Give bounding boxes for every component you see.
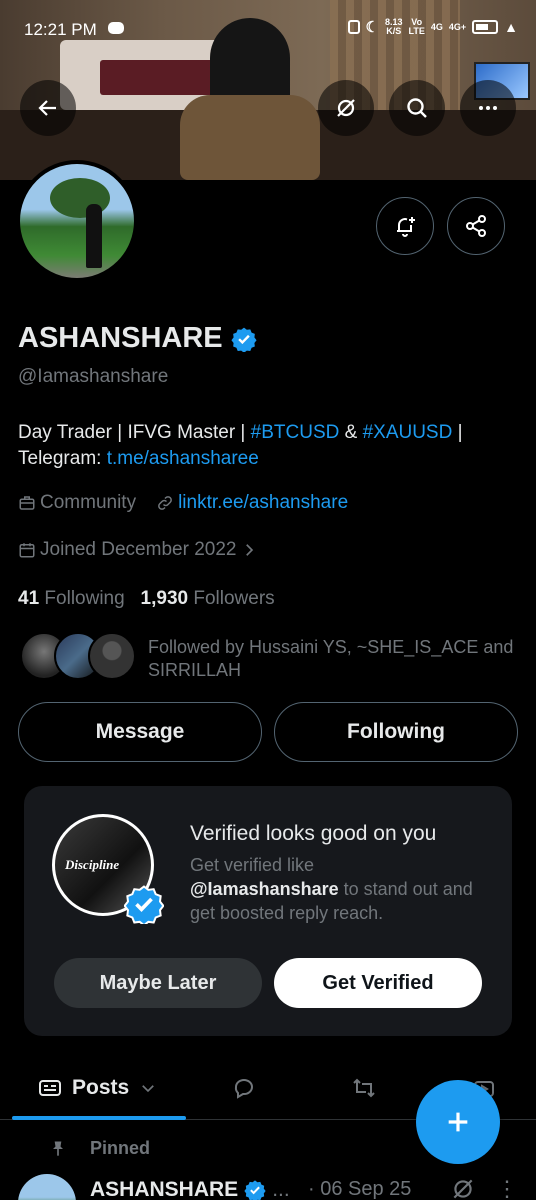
status-icons: ☾ 8.13 K/S Vo LTE 4G 4G+ ▲ [347,18,518,36]
tab-active-indicator [12,1116,186,1120]
bio-amp: & [339,422,363,443]
post-avatar[interactable] [18,1174,76,1200]
followers-label: Followers [193,588,275,609]
following-label: Following [44,588,125,609]
followed-by-text[interactable]: Followed by Hussaini YS, ~SHE_IS_ACE and… [148,636,518,682]
post-author-row: ASHANSHARE ... [90,1178,290,1200]
card-text: Get verified like @Iamashanshare to stan… [190,853,490,925]
grok-icon[interactable] [450,1176,476,1200]
grok-button[interactable] [318,80,374,136]
following-link[interactable]: 41 Following [18,588,125,609]
net-speed: 8.13 K/S [385,18,403,36]
get-verified-button[interactable]: Get Verified [274,958,482,1008]
category-label: Community [40,492,137,513]
status-bar: 12:21 PM ☾ 8.13 K/S Vo LTE 4G 4G+ ▲ [0,0,536,60]
tab-replies[interactable] [232,1056,256,1120]
banner-chair [180,95,320,180]
verified-badge-icon[interactable] [231,326,257,352]
following-button[interactable]: Following [274,702,518,762]
follow-counts: 41 Following 1,930 Followers [18,588,275,610]
more-icon [479,106,497,110]
verified-badge-icon [244,1180,266,1200]
followers-link[interactable]: 1,930 Followers [141,588,275,609]
hashtag-btcusd[interactable]: #BTCUSD [251,422,340,443]
moon-icon: ☾ [365,19,379,36]
verification-upsell-card: Discipline Verified looks good on you Ge… [24,786,512,1036]
profile-avatar[interactable] [16,160,138,282]
avatar-person [86,204,102,268]
chevron-down-icon [142,1085,155,1093]
post-date: · 06 Sep 25 [308,1178,412,1200]
post-more-button[interactable]: ⋮ [496,1176,518,1200]
card-avatar-text: Discipline [65,857,120,872]
website-link[interactable]: linktr.ee/ashanshare [178,492,348,514]
link-icon [158,496,172,510]
post-author-name: ASHANSHARE [90,1178,239,1200]
grok-icon [337,99,355,117]
card-text-handle: @Iamashanshare [190,879,339,899]
signal-1-label: 4G [430,22,443,32]
back-button[interactable] [20,80,76,136]
followed-by-avatars[interactable] [20,632,140,682]
volte-indicator: Vo LTE [409,18,425,36]
more-button[interactable] [460,80,516,136]
joined-label: Joined December 2022 [40,539,237,560]
bio-pipe: | [452,422,463,443]
pinned-label: Pinned [90,1138,151,1158]
profile-name-row: ASHANSHARE [18,322,257,355]
bell-plus-icon [397,217,415,237]
tab-posts[interactable]: Posts [38,1056,157,1120]
signal-2-label: 4G+ [448,22,467,32]
maybe-later-button[interactable]: Maybe Later [54,958,262,1008]
message-button[interactable]: Message [18,702,262,762]
profile-meta: Community linktr.ee/ashanshare [18,492,348,514]
tab-posts-label: Posts [72,1076,130,1099]
alert-icon: ▲ [504,19,518,35]
pin-icon [53,1141,63,1156]
compose-post-button[interactable] [416,1080,500,1164]
discord-icon [108,22,124,34]
verified-badge-icon [124,885,164,924]
chevron-right-icon [246,544,254,556]
follower-avatar [88,632,136,680]
plus-icon [448,1112,468,1132]
reply-icon [234,1079,253,1099]
back-arrow-icon [38,100,56,116]
followers-count: 1,930 [140,588,189,609]
bio-text: Day Trader | IFVG Master | [18,422,251,443]
category-item: Community [18,492,136,514]
status-time: 12:21 PM [24,20,97,39]
profile-handle: @Iamashanshare [18,366,169,387]
telegram-link[interactable]: t.me/ashansharee [107,448,259,469]
pinned-post[interactable]: ASHANSHARE ... · 06 Sep 25 ⋮ [18,1172,536,1200]
calendar-icon [19,543,35,558]
post-author-ellipsis: ... [272,1178,290,1200]
share-icon [466,215,486,237]
profile-name: ASHANSHARE [18,322,223,354]
posts-icon [39,1080,61,1096]
website-item[interactable]: linktr.ee/ashanshare [156,492,348,514]
bio-telegram-label: Telegram: [18,448,107,469]
tab-reposts[interactable] [352,1056,376,1120]
lte-label: LTE [408,26,425,36]
search-icon [407,98,427,118]
card-title: Verified looks good on you [190,822,437,845]
vibrate-icon [347,20,360,34]
profile-bio: Day Trader | IFVG Master | #BTCUSD & #XA… [18,420,518,472]
battery-icon [472,20,499,34]
pinned-indicator: Pinned [48,1138,150,1159]
repost-icon [353,1078,375,1098]
card-text-prefix: Get verified like [190,855,315,875]
hashtag-xauusd[interactable]: #XAUUSD [363,422,453,443]
share-button[interactable] [447,197,505,255]
notifications-button[interactable] [376,197,434,255]
following-count: 41 [18,588,40,609]
briefcase-icon [19,496,35,510]
joined-row[interactable]: Joined December 2022 [18,539,258,561]
search-button[interactable] [389,80,445,136]
net-speed-unit: K/S [386,26,402,36]
